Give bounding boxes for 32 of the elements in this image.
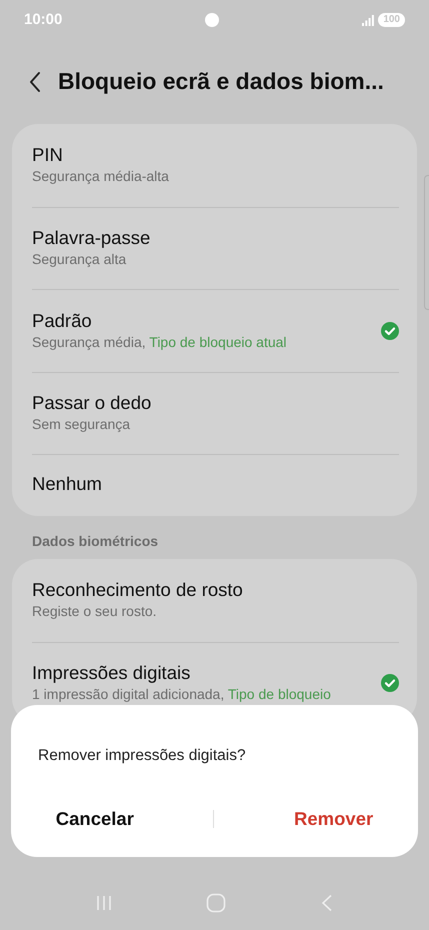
item-title: Reconhecimento de rosto: [32, 578, 243, 602]
camera-dot: [205, 13, 220, 27]
dialog-message: Remover impressões digitais?: [37, 746, 247, 766]
item-title: Impressões digitais: [32, 661, 192, 684]
list-item[interactable]: Padrão Segurança média, Tipo de bloqueio atual: [32, 289, 399, 372]
section-heading: Dados biométricos: [31, 532, 160, 551]
item-title: PIN: [32, 143, 64, 166]
item-subtitle: 1 impressão digital adicionada, Tipo de bloqueio: [32, 685, 331, 704]
item-subtitle: Sem segurança: [32, 415, 132, 434]
battery-level: 100: [378, 13, 405, 27]
item-subtitle: Segurança média, Tipo de bloqueio atual: [32, 332, 287, 352]
cancel-button[interactable]: Cancelar: [46, 801, 144, 837]
back-button[interactable]: [28, 71, 42, 93]
item-title: Palavra-passe: [32, 226, 150, 250]
item-subtitle: Registe o seu rosto.: [32, 602, 158, 622]
signal-icon: [362, 14, 374, 26]
status-time: 10:00: [24, 10, 62, 30]
item-title: Passar o dedo: [32, 391, 152, 414]
page-title: Bloqueio ecrã e dados biom...: [58, 68, 384, 96]
item-title: Padrão: [32, 308, 93, 332]
remove-button[interactable]: Remover: [284, 801, 384, 837]
list-item[interactable]: Nenhum: [32, 454, 399, 516]
list-item[interactable]: Reconhecimento de rosto Registe o seu rosto.: [32, 559, 399, 642]
list-item[interactable]: PIN Segurança média-alta: [32, 124, 399, 206]
home-icon[interactable]: [206, 893, 226, 913]
item-subtitle: Segurança alta: [32, 250, 128, 270]
back-icon[interactable]: [320, 894, 334, 912]
list-item[interactable]: Palavra-passe Segurança alta: [32, 206, 399, 289]
recents-icon[interactable]: [94, 894, 113, 912]
item-subtitle: Segurança média-alta: [32, 167, 169, 186]
list-item[interactable]: Passar o dedo Sem segurança: [32, 372, 399, 454]
item-title: Nenhum: [32, 472, 102, 496]
